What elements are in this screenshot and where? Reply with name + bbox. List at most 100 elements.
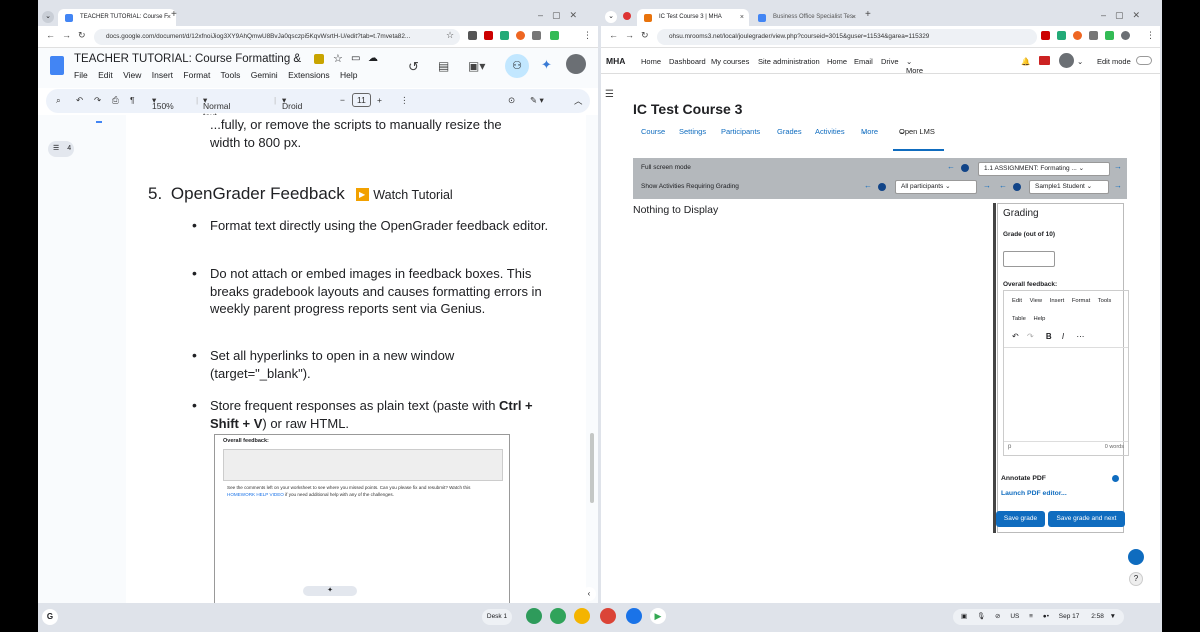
tab-participants[interactable]: Participants: [721, 127, 760, 136]
nav-home[interactable]: Home: [641, 57, 661, 66]
desk-switcher[interactable]: Desk 1: [482, 609, 512, 625]
tab-docs[interactable]: TEACHER TUTORIAL: Course F ×: [58, 9, 176, 26]
extension-icon[interactable]: [1105, 31, 1114, 40]
menu-insert[interactable]: Insert: [152, 70, 173, 80]
badge-icon[interactable]: [314, 54, 324, 64]
address-bar[interactable]: ohsu.mrooms3.net/local/joulegrader/view.…: [657, 29, 1037, 45]
mic-icon[interactable]: 🎙: [977, 613, 985, 620]
profile-icon[interactable]: [1121, 31, 1130, 40]
menu-format[interactable]: Format: [183, 70, 210, 80]
star-icon[interactable]: ☆: [333, 52, 343, 65]
feedback-editor[interactable]: Edit View Insert Format Tools Table Help…: [1003, 290, 1129, 456]
tab-close-icon[interactable]: ×: [740, 9, 744, 26]
browser-menu-icon[interactable]: ⋮: [583, 30, 592, 41]
more-options-icon[interactable]: ⋮: [400, 95, 409, 106]
next-student-icon[interactable]: →: [1114, 181, 1122, 190]
activity-select[interactable]: 1.1 ASSIGNMENT: Formating ... ⌄: [978, 162, 1110, 176]
reload-icon[interactable]: ↻: [78, 30, 86, 41]
nav-site-administration[interactable]: Site administration: [758, 57, 820, 66]
menu-file[interactable]: File: [74, 70, 88, 80]
tab-search-button[interactable]: ⌄: [42, 11, 54, 23]
launcher-icon[interactable]: G: [42, 609, 58, 625]
nav-home-2[interactable]: Home: [827, 57, 847, 66]
participants-select[interactable]: All participants ⌄: [895, 180, 977, 194]
extension-icon[interactable]: [468, 31, 477, 40]
browser-menu-icon[interactable]: ⋮: [1146, 30, 1155, 41]
record-icon[interactable]: ●•: [1043, 613, 1049, 620]
print-icon[interactable]: ⎙: [112, 95, 119, 106]
messages-icon[interactable]: [1039, 56, 1050, 65]
editing-mode-icon[interactable]: ✎ ▾: [530, 95, 544, 106]
nav-more[interactable]: More ⌄: [906, 57, 923, 75]
version-history-icon[interactable]: ↺: [408, 59, 419, 75]
new-tab-button[interactable]: +: [171, 9, 177, 20]
status-tray[interactable]: ▣ 🎙 ⊘ US ≡ ●• Sep 17 2:58 ▼: [953, 609, 1125, 625]
reload-icon[interactable]: ↻: [641, 30, 649, 41]
cloud-status-icon[interactable]: ☁: [368, 53, 378, 64]
editor-menu-tools[interactable]: Tools: [1098, 298, 1112, 304]
app-play-store-icon[interactable]: ▶: [650, 608, 666, 624]
redo-icon[interactable]: ↷: [1027, 332, 1034, 341]
tab-more[interactable]: More ⌄: [861, 127, 878, 136]
meet-icon[interactable]: ▣▾: [468, 59, 485, 73]
accessibility-icon[interactable]: [1128, 549, 1144, 565]
undo-icon[interactable]: ↶: [1012, 332, 1019, 341]
extension-icon[interactable]: [500, 31, 509, 40]
editor-menu-insert[interactable]: Insert: [1050, 298, 1065, 304]
forward-icon[interactable]: →: [625, 30, 634, 40]
nav-drive[interactable]: Drive: [881, 57, 899, 66]
style-select[interactable]: Normal text ▾: [203, 95, 230, 121]
nav-dashboard[interactable]: Dashboard: [669, 57, 706, 66]
bookmark-star-icon[interactable]: ☆: [446, 30, 454, 41]
extension-icon[interactable]: [550, 31, 559, 40]
extension-icon[interactable]: [1073, 31, 1082, 40]
keyboard-layout[interactable]: US: [1010, 613, 1019, 620]
window-controls[interactable]: –▢✕: [1101, 10, 1149, 21]
extension-icon[interactable]: [1057, 31, 1066, 40]
tab-close-icon[interactable]: ×: [852, 9, 856, 26]
user-menu-chevron-icon[interactable]: ⌄: [1077, 57, 1083, 66]
nav-my-courses[interactable]: My courses: [711, 57, 749, 66]
tab-moodle[interactable]: IC Test Course 3 | MHA ×: [637, 9, 749, 26]
app-keep-icon[interactable]: [574, 608, 590, 624]
do-not-disturb-icon[interactable]: ⊘: [995, 613, 1000, 620]
font-size-input[interactable]: 11: [352, 93, 371, 107]
notifications-bell-icon[interactable]: 🔔: [1021, 57, 1030, 66]
next-activity-icon[interactable]: →: [1114, 162, 1122, 171]
launch-pdf-editor-link[interactable]: Launch PDF editor...: [1001, 490, 1067, 497]
panel-resize-handle[interactable]: [993, 203, 996, 533]
doc-title[interactable]: TEACHER TUTORIAL: Course Formatting & HT…: [74, 53, 304, 65]
help-question-icon[interactable]: ?: [1129, 572, 1143, 586]
app-files-icon[interactable]: [626, 608, 642, 624]
menu-extensions[interactable]: Extensions: [288, 70, 330, 80]
collapse-menus-icon[interactable]: ︿: [574, 95, 583, 107]
screen-capture-icon[interactable]: ▣: [961, 613, 967, 620]
share-button[interactable]: ⚇: [505, 54, 529, 78]
more-tools-icon[interactable]: ⋯: [1076, 332, 1084, 341]
menu-tools[interactable]: Tools: [221, 70, 241, 80]
previous-participants-icon[interactable]: ←: [864, 181, 872, 190]
back-icon[interactable]: ←: [46, 30, 55, 40]
tab-course[interactable]: Course: [641, 127, 665, 136]
tab-activities[interactable]: Activities: [815, 127, 845, 136]
menu-edit[interactable]: Edit: [98, 70, 113, 80]
next-participants-icon[interactable]: →: [983, 181, 991, 190]
extension-icon[interactable]: [1041, 31, 1050, 40]
docs-logo-icon[interactable]: [50, 56, 64, 75]
editor-menu-edit[interactable]: Edit: [1012, 298, 1022, 304]
gemini-icon[interactable]: ✦: [541, 57, 552, 73]
redo-icon[interactable]: ↷: [94, 95, 101, 106]
grade-input[interactable]: [1003, 251, 1055, 267]
help-icon[interactable]: [961, 164, 969, 172]
tab-open-lms[interactable]: Open LMS ⌄: [899, 127, 935, 136]
extensions-puzzle-icon[interactable]: [1089, 31, 1098, 40]
student-select[interactable]: Sample1 Student ⌄: [1029, 180, 1109, 194]
new-tab-button[interactable]: +: [865, 9, 871, 20]
search-menus-icon[interactable]: ⌕: [56, 95, 61, 106]
record-icon[interactable]: [623, 12, 631, 20]
previous-activity-icon[interactable]: ←: [947, 162, 955, 171]
extension-icon[interactable]: [516, 31, 525, 40]
window-controls[interactable]: –▢✕: [538, 10, 586, 21]
show-activities-link[interactable]: Show Activities Requiring Grading: [641, 183, 739, 190]
editor-menu-help[interactable]: Help: [1033, 316, 1045, 322]
